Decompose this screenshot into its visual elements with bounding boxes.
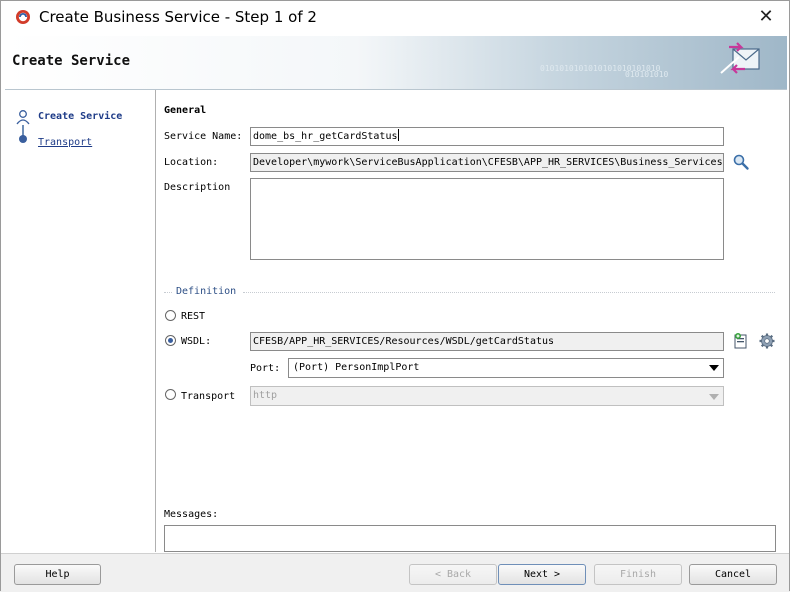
app-icon xyxy=(15,9,31,25)
location-label: Location: xyxy=(164,157,219,168)
service-name-value: dome_bs_hr_getCardStatus xyxy=(253,131,398,142)
chevron-down-icon xyxy=(709,365,719,371)
wsdl-label: WSDL: xyxy=(181,336,212,347)
service-name-input[interactable]: dome_bs_hr_getCardStatus xyxy=(250,127,724,146)
text-cursor xyxy=(397,129,399,141)
header-banner: Create Service 0101010101010101010101010… xyxy=(5,36,787,90)
close-button[interactable]: ✕ xyxy=(753,4,779,30)
dialog-window: Create Business Service - Step 1 of 2 ✕ … xyxy=(0,0,790,592)
step-dot-icon xyxy=(19,135,27,143)
banner-binary-text-2: 010101010 xyxy=(625,70,669,79)
back-button[interactable]: < Back xyxy=(409,564,497,585)
rest-label: REST xyxy=(181,311,206,322)
transport-select-value: http xyxy=(253,390,278,401)
rest-radio[interactable] xyxy=(165,310,176,321)
window-title: Create Business Service - Step 1 of 2 xyxy=(39,8,317,26)
search-icon[interactable] xyxy=(732,153,750,171)
definition-separator-left xyxy=(164,292,172,293)
person-icon xyxy=(15,109,31,125)
finish-button[interactable]: Finish xyxy=(594,564,682,585)
next-button[interactable]: Next > xyxy=(498,564,586,585)
port-label: Port: xyxy=(250,363,281,374)
envelope-arrows-icon xyxy=(717,39,765,79)
title-bar: Create Business Service - Step 1 of 2 ✕ xyxy=(1,1,789,33)
transport-radio[interactable] xyxy=(165,389,176,400)
nav-item-create-service[interactable]: Create Service xyxy=(38,111,122,122)
definition-section-title: Definition xyxy=(176,286,237,297)
port-select[interactable]: (Port) PersonImplPort xyxy=(288,358,724,378)
transport-label: Transport xyxy=(181,391,236,402)
wsdl-radio[interactable] xyxy=(165,335,176,346)
cancel-button[interactable]: Cancel xyxy=(689,564,777,585)
service-name-label: Service Name: xyxy=(164,131,243,142)
help-button[interactable]: Help xyxy=(14,564,101,585)
messages-box xyxy=(164,525,776,552)
general-section-title: General xyxy=(164,105,207,116)
gear-icon[interactable] xyxy=(758,332,776,350)
nav-item-transport[interactable]: Transport xyxy=(38,137,92,148)
chevron-down-icon-disabled xyxy=(709,394,719,400)
wizard-nav-pane: Create Service Transport xyxy=(5,90,156,552)
button-bar: Help < Back Next > Finish Cancel xyxy=(1,553,789,592)
wsdl-input[interactable]: CFESB/APP_HR_SERVICES/Resources/WSDL/get… xyxy=(250,332,724,351)
definition-separator xyxy=(243,292,775,293)
description-label: Description xyxy=(164,182,231,193)
banner-title: Create Service xyxy=(12,53,131,69)
transport-select[interactable]: http xyxy=(250,386,724,406)
messages-label: Messages: xyxy=(164,509,219,520)
wsdl-browse-icon[interactable] xyxy=(732,332,750,350)
port-select-value: (Port) PersonImplPort xyxy=(293,362,420,373)
location-input[interactable]: Developer\mywork\ServiceBusApplication\C… xyxy=(250,153,724,172)
description-textarea[interactable] xyxy=(250,178,724,260)
